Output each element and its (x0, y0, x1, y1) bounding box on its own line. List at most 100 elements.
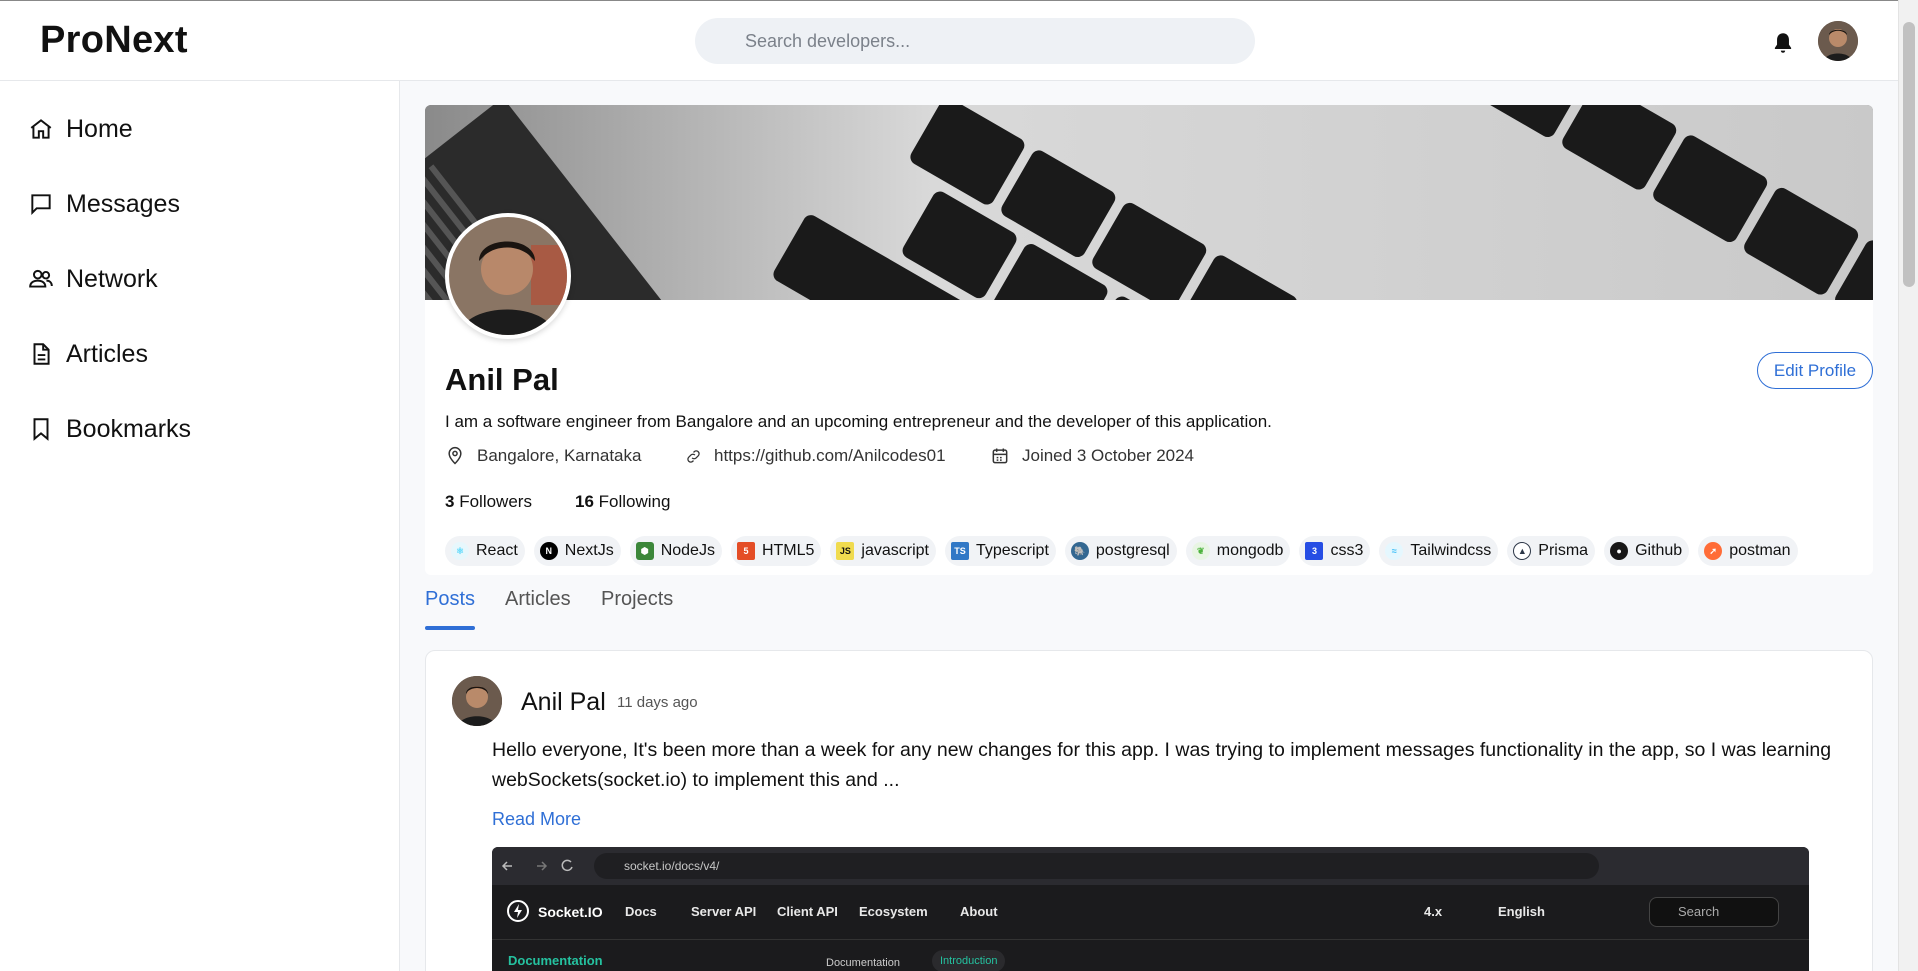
app-logo[interactable]: ProNext (40, 19, 188, 62)
nav-language: English (1498, 904, 1545, 919)
bookmark-icon (33, 418, 49, 441)
skill-label: postman (1729, 542, 1791, 559)
profile-location: Bangalore, Karnataka (445, 446, 641, 466)
skill-label: mongodb (1216, 542, 1284, 559)
link-icon (687, 449, 700, 463)
nav-docs: Docs (625, 904, 657, 919)
postman-icon: ➚ (1704, 542, 1723, 560)
following-label: Following (598, 492, 671, 511)
sidebar-item-label: Home (66, 114, 133, 143)
website-link[interactable]: https://github.com/Anilcodes01 (714, 446, 946, 466)
react-icon: ⚛ (451, 542, 469, 560)
calendar-icon (992, 448, 1008, 464)
location-pin-icon (448, 446, 462, 465)
tab-projects[interactable]: Projects (601, 588, 673, 611)
breadcrumb-active: Introduction (932, 950, 1006, 971)
profile-card: Edit Profile Anil Pal I am a software en… (425, 105, 1873, 575)
post-text: Hello everyone, It's been more than a we… (492, 739, 1832, 791)
skill-label: HTML5 (761, 542, 815, 559)
sidebar-item-bookmarks[interactable]: Bookmarks (28, 409, 191, 449)
profile-website[interactable]: https://github.com/Anilcodes01 (685, 446, 946, 466)
location-text: Bangalore, Karnataka (477, 446, 642, 465)
post-image[interactable]: socket.io/docs/v4/ Socket.IO Docs Server… (492, 847, 1809, 971)
profile-name: Anil Pal (445, 362, 559, 397)
browser-nav-icons (501, 859, 573, 872)
skill-tag: ≈ Tailwindcss (1379, 536, 1499, 566)
skill-tag: TS Typescript (944, 536, 1056, 566)
skill-tag: ⬢ NodeJs (629, 536, 722, 566)
sidebar-item-label: Articles (66, 339, 148, 368)
socketio-brand: Socket.IO (538, 904, 603, 920)
nextjs-icon: N (539, 542, 558, 560)
followers-label: Followers (459, 492, 532, 511)
sidebar-item-home[interactable]: Home (28, 109, 133, 149)
sidebar-item-network[interactable]: Network (28, 259, 158, 299)
skill-label: javascript (861, 542, 929, 559)
docs-sidebar-title: Documentation (508, 953, 603, 968)
socketio-logo-icon (507, 900, 529, 922)
skill-tag: JS javascript (830, 536, 936, 566)
message-icon (31, 194, 51, 216)
socketio-nav: Socket.IO Docs Server API Client API Eco… (492, 885, 1809, 940)
bell-icon[interactable] (1770, 29, 1796, 57)
post-author-name[interactable]: Anil Pal (521, 688, 606, 717)
skill-label: Prisma (1538, 542, 1589, 559)
sidebar-item-messages[interactable]: Messages (28, 184, 180, 224)
profile-avatar[interactable] (445, 213, 571, 339)
postgresql-icon: 🐘 (1070, 542, 1089, 560)
tab-articles[interactable]: Articles (505, 588, 571, 611)
following-count: 16 (575, 492, 594, 511)
following-link[interactable]: 16 Following (575, 492, 670, 512)
skill-tag: N NextJs (533, 536, 621, 566)
breadcrumb-docs: Documentation (826, 957, 900, 969)
skill-tag: ▲ Prisma (1507, 536, 1596, 566)
post-card: Anil Pal 11 days ago Hello everyone, It'… (425, 650, 1873, 971)
post-timestamp: 11 days ago (617, 694, 698, 711)
followers-link[interactable]: 3 Followers (445, 492, 532, 512)
document-icon (33, 343, 50, 365)
skill-tag: 🐘 postgresql (1064, 536, 1177, 566)
user-avatar[interactable] (1818, 21, 1858, 61)
socketio-search: Search (1649, 897, 1779, 927)
active-tab-indicator (425, 626, 475, 630)
post-author-avatar[interactable] (452, 676, 502, 726)
profile-joined: Joined 3 October 2024 (990, 446, 1194, 466)
prisma-icon: ▲ (1513, 542, 1532, 560)
sidebar-item-articles[interactable]: Articles (28, 334, 148, 374)
sidebar: Home Messages Network Articles Bookmarks (0, 81, 400, 971)
users-icon (29, 269, 53, 288)
read-more-link[interactable]: Read More (492, 809, 581, 830)
skill-label: NextJs (564, 542, 614, 559)
mongodb-icon: ❦ (1191, 542, 1210, 560)
skill-tag: ❦ mongodb (1185, 536, 1291, 566)
javascript-icon: JS (836, 542, 855, 560)
skill-label: NodeJs (660, 542, 715, 559)
tab-posts[interactable]: Posts (425, 588, 475, 611)
search-input[interactable] (695, 18, 1255, 64)
browser-toolbar: socket.io/docs/v4/ (492, 847, 1809, 885)
edit-profile-button[interactable]: Edit Profile (1757, 352, 1873, 389)
top-bar: ProNext (0, 0, 1898, 81)
nav-version: 4.x (1424, 904, 1443, 919)
skills-list: ⚛ React N NextJs ⬢ NodeJs 5 HTML5 JS javascri… (445, 536, 1798, 566)
tailwindcss-icon: ≈ (1385, 542, 1404, 560)
skill-tag: ● Github (1604, 536, 1690, 566)
nodejs-icon: ⬢ (635, 542, 654, 560)
skill-label: Tailwindcss (1410, 542, 1492, 559)
github-icon: ● (1610, 542, 1629, 560)
skill-tag: ➚ postman (1698, 536, 1798, 566)
scrollbar-thumb[interactable] (1903, 22, 1915, 287)
search-box[interactable] (695, 18, 1255, 64)
skill-label: Github (1635, 542, 1683, 559)
html5-icon: 5 (736, 542, 755, 560)
sidebar-item-label: Messages (66, 189, 180, 218)
skill-tag: 5 HTML5 (730, 536, 822, 566)
followers-count: 3 (445, 492, 455, 511)
browser-url: socket.io/docs/v4/ (594, 853, 1599, 879)
css3-icon: 3 (1305, 542, 1324, 560)
page-scrollbar[interactable] (1898, 0, 1918, 971)
nav-client-api: Client API (777, 904, 838, 919)
profile-bio: I am a software engineer from Bangalore … (445, 412, 1272, 431)
skill-label: css3 (1330, 542, 1364, 559)
skill-label: postgresql (1095, 542, 1170, 559)
